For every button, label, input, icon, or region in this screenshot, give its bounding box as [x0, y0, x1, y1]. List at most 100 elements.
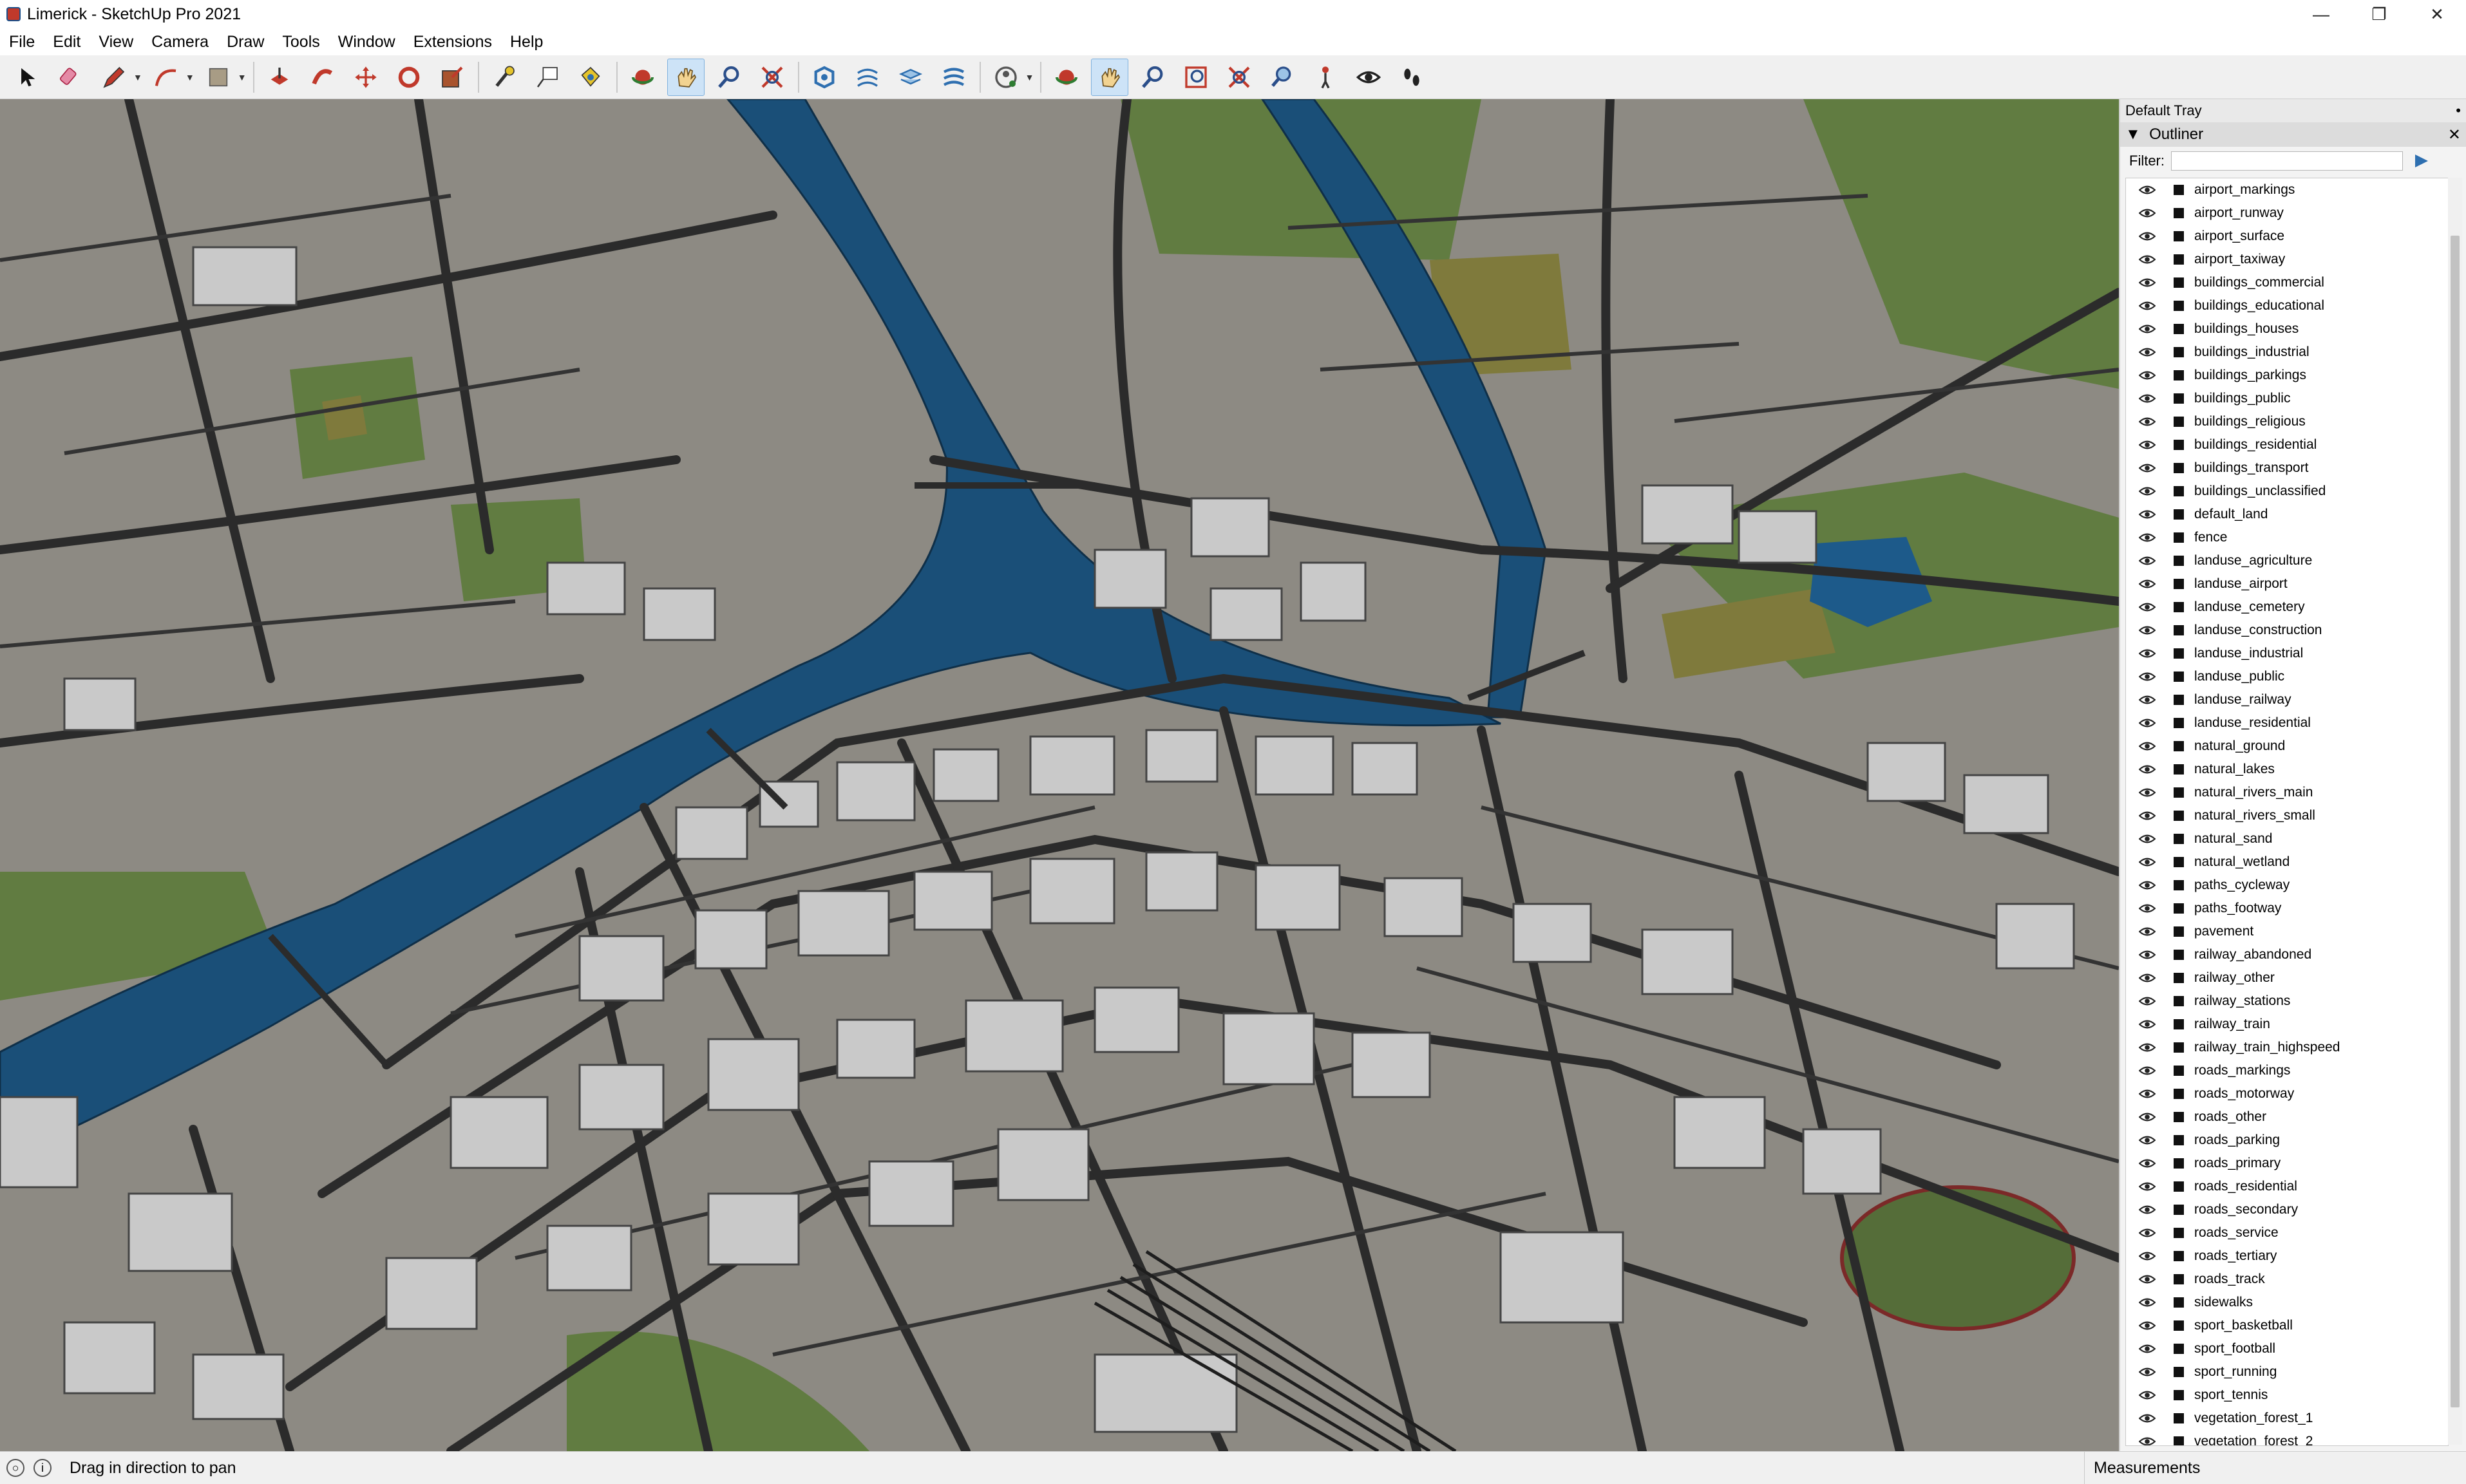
arc-dropdown-icon[interactable]: ▼ [185, 72, 194, 82]
rotate-tool[interactable] [390, 59, 428, 96]
visibility-eye-icon[interactable] [2139, 532, 2158, 543]
outliner-row[interactable]: roads_parking [2126, 1129, 2448, 1152]
visibility-eye-icon[interactable] [2139, 810, 2158, 822]
previous-view-tool[interactable] [1264, 59, 1301, 96]
visibility-eye-icon[interactable] [2139, 300, 2158, 312]
visibility-eye-icon[interactable] [2139, 601, 2158, 613]
rectangle-tool[interactable] [200, 59, 237, 96]
outliner-row[interactable]: landuse_agriculture [2126, 549, 2448, 572]
visibility-eye-icon[interactable] [2139, 254, 2158, 265]
visibility-eye-icon[interactable] [2139, 578, 2158, 590]
visibility-eye-icon[interactable] [2139, 764, 2158, 775]
outliner-header[interactable]: ▼ Outliner ✕ [2120, 122, 2466, 147]
close-panel-icon[interactable]: ✕ [2448, 126, 2461, 144]
position-camera-tool[interactable] [1307, 59, 1344, 96]
visibility-eye-icon[interactable] [2139, 323, 2158, 335]
pencil-dropdown-icon[interactable]: ▼ [133, 72, 142, 82]
layers-tool[interactable] [892, 59, 929, 96]
eraser-tool[interactable] [52, 59, 90, 96]
visibility-eye-icon[interactable] [2139, 949, 2158, 961]
outliner-row[interactable]: roads_secondary [2126, 1198, 2448, 1221]
menu-draw[interactable]: Draw [218, 33, 273, 52]
tray-pin-icon[interactable]: • [2456, 102, 2461, 119]
outliner-row[interactable]: railway_abandoned [2126, 943, 2448, 966]
account-dropdown-icon[interactable]: ▼ [1025, 72, 1034, 82]
visibility-eye-icon[interactable] [2139, 555, 2158, 567]
outliner-row[interactable]: sport_football [2126, 1337, 2448, 1360]
outliner-options-icon[interactable] [2412, 151, 2431, 171]
menu-window[interactable]: Window [329, 33, 404, 52]
outliner-row[interactable]: roads_primary [2126, 1152, 2448, 1175]
visibility-eye-icon[interactable] [2139, 1436, 2158, 1445]
visibility-eye-icon[interactable] [2139, 740, 2158, 752]
visibility-eye-icon[interactable] [2139, 439, 2158, 451]
visibility-eye-icon[interactable] [2139, 1065, 2158, 1076]
outliner-row[interactable]: buildings_religious [2126, 410, 2448, 433]
visibility-eye-icon[interactable] [2139, 903, 2158, 914]
visibility-eye-icon[interactable] [2139, 1320, 2158, 1331]
visibility-eye-icon[interactable] [2139, 1088, 2158, 1100]
menu-edit[interactable]: Edit [44, 33, 90, 52]
zoom-extents-tool-2[interactable] [1220, 59, 1258, 96]
visibility-eye-icon[interactable] [2139, 625, 2158, 636]
visibility-eye-icon[interactable] [2139, 1343, 2158, 1355]
visibility-eye-icon[interactable] [2139, 1389, 2158, 1401]
visibility-eye-icon[interactable] [2139, 1204, 2158, 1216]
maximize-button[interactable]: ❐ [2350, 0, 2408, 28]
outliner-row[interactable]: landuse_industrial [2126, 642, 2448, 665]
outliner-row[interactable]: fence [2126, 526, 2448, 549]
outliner-row[interactable]: paths_footway [2126, 897, 2448, 920]
visibility-eye-icon[interactable] [2139, 1273, 2158, 1285]
sandbox-tool[interactable] [849, 59, 886, 96]
tape-measure-tool[interactable] [486, 59, 523, 96]
visibility-eye-icon[interactable] [2139, 1227, 2158, 1239]
visibility-eye-icon[interactable] [2139, 856, 2158, 868]
orbit-tool[interactable] [624, 59, 661, 96]
close-button[interactable]: ✕ [2408, 0, 2466, 28]
menu-file[interactable]: File [0, 33, 44, 52]
scale-tool[interactable] [433, 59, 471, 96]
outliner-row[interactable]: vegetation_forest_1 [2126, 1407, 2448, 1430]
visibility-eye-icon[interactable] [2139, 485, 2158, 497]
geo-status-icon[interactable]: ○ [6, 1459, 24, 1477]
outliner-row[interactable]: airport_surface [2126, 225, 2448, 248]
outliner-row[interactable]: railway_other [2126, 966, 2448, 990]
visibility-eye-icon[interactable] [2139, 833, 2158, 845]
outliner-row[interactable]: roads_track [2126, 1268, 2448, 1291]
zoom-window-tool[interactable] [1177, 59, 1215, 96]
outliner-row[interactable]: pavement [2126, 920, 2448, 943]
outliner-row[interactable]: sport_running [2126, 1360, 2448, 1384]
zoom-tool[interactable] [710, 59, 748, 96]
outliner-row[interactable]: sport_basketball [2126, 1314, 2448, 1337]
text-tool[interactable] [529, 59, 566, 96]
select-tool[interactable] [9, 59, 46, 96]
measurements-box[interactable]: Measurements [2084, 1452, 2466, 1484]
outliner-row[interactable]: roads_residential [2126, 1175, 2448, 1198]
menu-tools[interactable]: Tools [273, 33, 328, 52]
outliner-row[interactable]: natural_lakes [2126, 758, 2448, 781]
orbit-tool-2[interactable] [1048, 59, 1085, 96]
menu-help[interactable]: Help [501, 33, 552, 52]
outliner-row[interactable]: sidewalks [2126, 1291, 2448, 1314]
outliner-row[interactable]: buildings_transport [2126, 456, 2448, 480]
outliner-row[interactable]: roads_other [2126, 1105, 2448, 1129]
outliner-row[interactable]: landuse_cemetery [2126, 596, 2448, 619]
visibility-eye-icon[interactable] [2139, 671, 2158, 682]
outliner-row[interactable]: natural_wetland [2126, 850, 2448, 874]
visibility-eye-icon[interactable] [2139, 995, 2158, 1007]
outliner-row[interactable]: natural_sand [2126, 827, 2448, 850]
filter-input[interactable] [2171, 151, 2403, 171]
walk-tool[interactable] [1393, 59, 1430, 96]
outliner-row[interactable]: landuse_public [2126, 665, 2448, 688]
outliner-row[interactable]: airport_markings [2126, 178, 2448, 202]
pan-tool-2[interactable] [1091, 58, 1129, 96]
visibility-eye-icon[interactable] [2139, 230, 2158, 242]
minimize-button[interactable]: — [2292, 0, 2350, 28]
visibility-eye-icon[interactable] [2139, 277, 2158, 288]
outliner-row[interactable]: airport_runway [2126, 202, 2448, 225]
outliner-row[interactable]: railway_stations [2126, 990, 2448, 1013]
outliner-row[interactable]: vegetation_forest_2 [2126, 1430, 2448, 1445]
account-tool[interactable] [987, 59, 1025, 96]
arc-tool[interactable] [147, 59, 185, 96]
menu-extensions[interactable]: Extensions [404, 33, 501, 52]
